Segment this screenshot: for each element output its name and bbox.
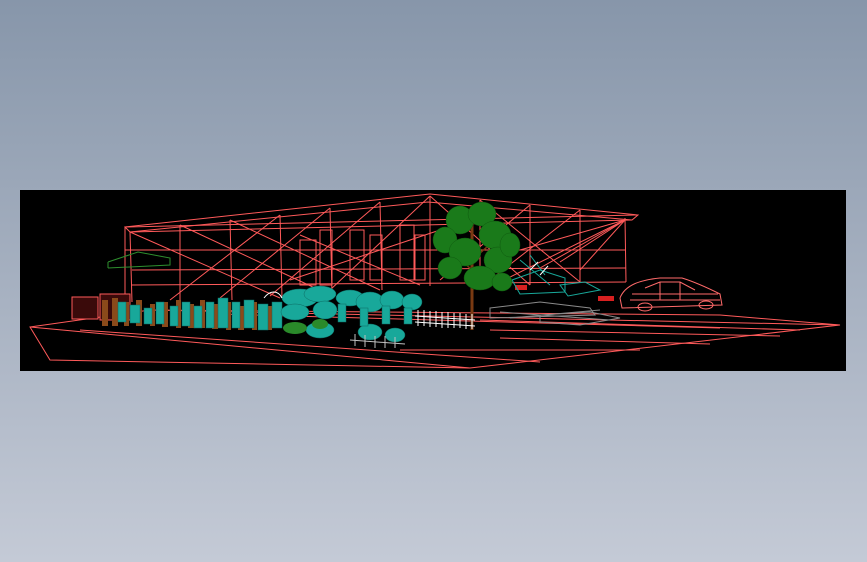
- car: [619, 277, 723, 312]
- cad-viewport[interactable]: [20, 190, 846, 371]
- wireframe-scene: [29, 193, 841, 369]
- tree: [432, 201, 521, 330]
- building-frame: [107, 193, 640, 303]
